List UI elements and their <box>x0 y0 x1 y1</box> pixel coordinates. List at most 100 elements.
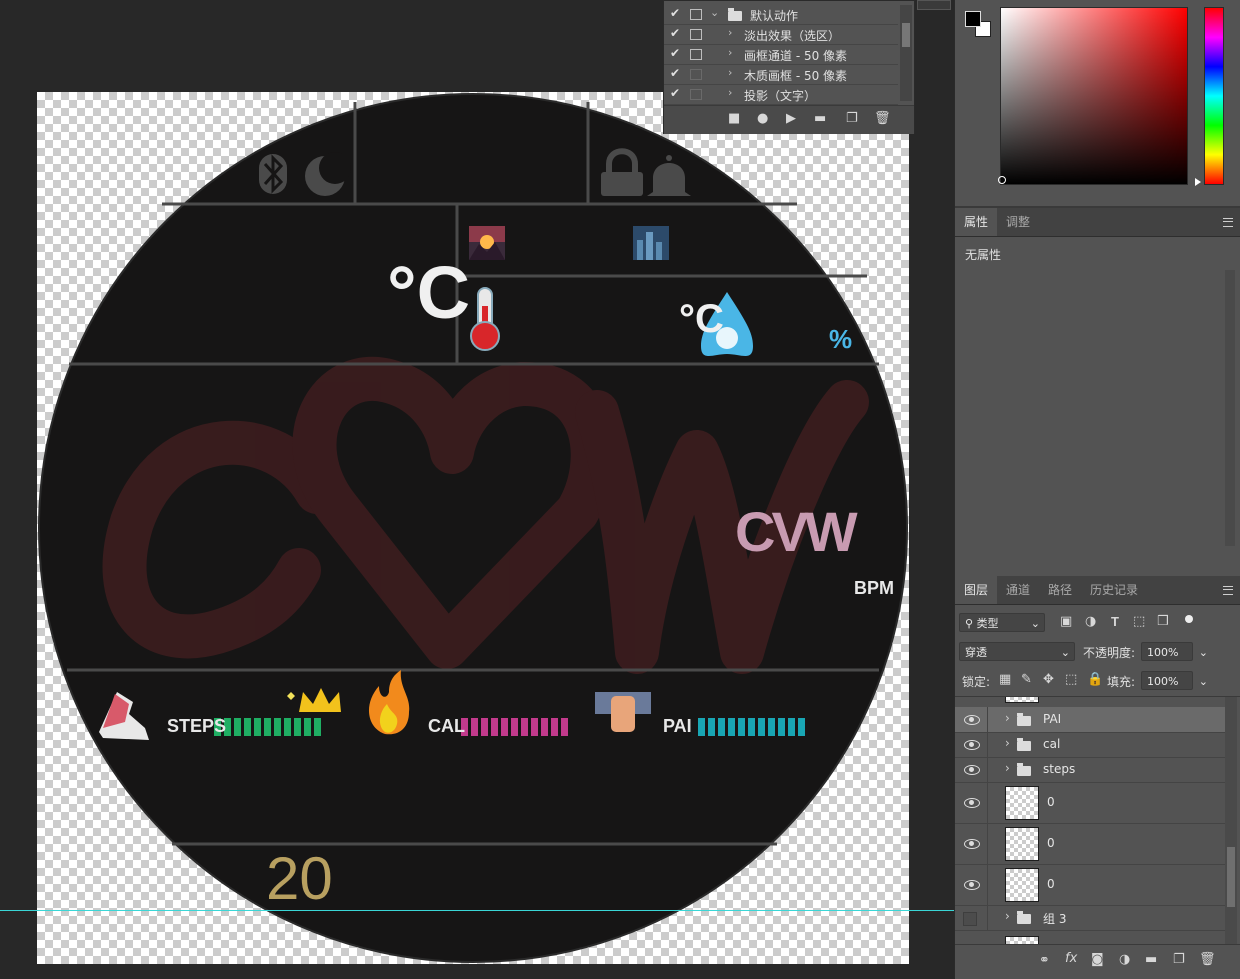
fill-dropdown-icon[interactable]: ⌄ <box>1199 672 1208 691</box>
check-icon[interactable]: ✔ <box>670 6 682 20</box>
action-row[interactable]: ✔ › 画框通道 - 50 像素 <box>664 45 898 65</box>
guide-line[interactable] <box>0 910 954 911</box>
trash-icon[interactable]: 🗑 <box>874 111 891 126</box>
layer-row[interactable]: 0 <box>955 782 1225 824</box>
dialog-toggle-icon[interactable] <box>690 29 702 40</box>
action-row[interactable]: ✔ › 木质画框 - 50 像素 <box>664 65 898 85</box>
chevron-right-icon[interactable]: › <box>1005 761 1010 775</box>
layer-name[interactable]: 0 <box>1047 836 1055 850</box>
tab-properties[interactable]: 属性 <box>955 208 998 236</box>
collapse-button[interactable] <box>917 0 951 10</box>
eye-icon[interactable] <box>964 739 980 750</box>
layers-menu-icon[interactable] <box>1223 586 1233 595</box>
chevron-right-icon[interactable]: › <box>728 86 732 99</box>
tab-layers[interactable]: 图层 <box>955 576 998 604</box>
layer-name[interactable]: PAI <box>1043 712 1061 726</box>
layer-group-row[interactable]: › PAI <box>955 707 1225 733</box>
lock-all-icon[interactable]: 🔒 <box>1087 672 1103 687</box>
play-icon[interactable]: ▶ <box>786 111 796 126</box>
visibility-empty-box[interactable] <box>963 911 977 926</box>
document-canvas[interactable]: °C °C % CVW BPM STEPS CAL PAI 20 <box>37 92 909 964</box>
tab-paths[interactable]: 路径 <box>1039 576 1081 604</box>
new-set-icon[interactable]: ▬ <box>814 111 826 126</box>
check-icon[interactable]: ✔ <box>670 26 682 40</box>
fill-input[interactable]: 100% ⌄ <box>1141 671 1208 690</box>
tab-channels[interactable]: 通道 <box>997 576 1039 604</box>
lock-position-icon[interactable]: ✥ <box>1043 672 1054 687</box>
layers-scrollbar[interactable] <box>1225 697 1237 945</box>
check-icon[interactable]: ✔ <box>670 66 682 80</box>
lock-paint-icon[interactable]: ✎ <box>1021 672 1032 687</box>
color-field[interactable] <box>1000 7 1188 185</box>
opacity-input[interactable]: 100% ⌄ <box>1141 642 1208 661</box>
chevron-down-icon[interactable]: ⌄ <box>710 6 719 19</box>
layer-group-row[interactable]: › 组 3 <box>955 905 1225 931</box>
chevron-right-icon[interactable]: › <box>728 26 732 39</box>
chevron-right-icon[interactable]: › <box>1005 736 1010 750</box>
stop-icon[interactable]: ■ <box>728 111 740 126</box>
new-layer-icon[interactable]: ❐ <box>1173 952 1185 967</box>
adjustment-icon[interactable]: ◑ <box>1119 952 1130 967</box>
fx-icon[interactable]: fx <box>1065 951 1077 966</box>
adjustment-filter-icon[interactable]: ◑ <box>1085 614 1096 629</box>
layer-name[interactable]: steps <box>1043 762 1075 776</box>
properties-scrollbar[interactable] <box>1225 270 1235 546</box>
visibility-toggle[interactable] <box>955 864 988 905</box>
visibility-toggle[interactable] <box>955 782 988 823</box>
shape-filter-icon[interactable]: ⬚ <box>1133 614 1145 629</box>
hue-slider[interactable] <box>1204 7 1224 185</box>
tab-adjustments[interactable]: 调整 <box>997 208 1039 236</box>
visibility-toggle[interactable] <box>955 823 988 864</box>
layer-name[interactable]: 0 <box>1047 795 1055 809</box>
type-filter-icon[interactable]: T <box>1111 614 1119 629</box>
foreground-color-swatch[interactable] <box>965 11 981 27</box>
color-picker-handle[interactable] <box>998 176 1006 184</box>
visibility-toggle[interactable] <box>955 905 988 930</box>
chevron-right-icon[interactable]: › <box>1005 909 1010 923</box>
visibility-toggle[interactable] <box>955 732 988 757</box>
layer-name[interactable]: 0 <box>1047 877 1055 891</box>
mask-icon[interactable]: ◙ <box>1091 952 1104 967</box>
dialog-toggle-icon[interactable] <box>690 49 702 60</box>
panel-menu-icon[interactable] <box>1223 218 1233 227</box>
record-icon[interactable]: ● <box>757 111 768 126</box>
layer-filter-select[interactable]: ⚲ 类型 ⌄ <box>959 613 1045 632</box>
action-row[interactable]: ✔ › 淡出效果（选区） <box>664 25 898 45</box>
chevron-right-icon[interactable]: › <box>728 46 732 59</box>
new-action-icon[interactable]: ❐ <box>846 111 858 126</box>
eye-icon[interactable] <box>964 797 980 808</box>
layers-scroll-thumb[interactable] <box>1227 847 1235 907</box>
layer-group-row[interactable]: › steps <box>955 757 1225 783</box>
dialog-toggle-icon[interactable] <box>690 89 702 100</box>
visibility-toggle[interactable] <box>955 707 988 732</box>
group-icon[interactable]: ▬ <box>1145 952 1157 967</box>
blend-mode-select[interactable]: 穿透 ⌄ <box>959 642 1075 661</box>
chevron-right-icon[interactable]: › <box>728 66 732 79</box>
layer-row[interactable]: 0 <box>955 864 1225 906</box>
tab-history[interactable]: 历史记录 <box>1081 576 1147 604</box>
layer-group-row[interactable]: › cal <box>955 732 1225 758</box>
hue-slider-handle[interactable] <box>1195 178 1201 186</box>
actions-scroll-thumb[interactable] <box>902 23 910 47</box>
link-icon[interactable]: ⚭ <box>1039 953 1050 968</box>
lock-artboard-icon[interactable]: ⬚ <box>1065 672 1077 687</box>
eye-icon[interactable] <box>964 764 980 775</box>
action-row[interactable]: ✔ › 投影（文字） <box>664 85 898 105</box>
layer-name[interactable]: cal <box>1043 737 1060 751</box>
filter-toggle-icon[interactable] <box>1185 615 1193 623</box>
opacity-dropdown-icon[interactable]: ⌄ <box>1199 643 1208 662</box>
pixel-filter-icon[interactable]: ▣ <box>1060 614 1072 629</box>
actions-scrollbar[interactable] <box>900 5 912 101</box>
dialog-toggle-icon[interactable] <box>690 9 702 20</box>
layer-name[interactable]: 组 3 <box>1043 910 1066 927</box>
chevron-right-icon[interactable]: › <box>1005 711 1010 725</box>
layer-row[interactable]: 0 <box>955 823 1225 865</box>
eye-icon[interactable] <box>964 879 980 890</box>
check-icon[interactable]: ✔ <box>670 46 682 60</box>
check-icon[interactable]: ✔ <box>670 86 682 100</box>
lock-transparent-icon[interactable]: ▦ <box>999 672 1011 687</box>
visibility-toggle[interactable] <box>955 757 988 782</box>
action-row[interactable]: ✔ ⌄ 默认动作 <box>664 5 898 25</box>
dialog-toggle-icon[interactable] <box>690 69 702 80</box>
trash-icon[interactable]: 🗑 <box>1199 952 1216 967</box>
